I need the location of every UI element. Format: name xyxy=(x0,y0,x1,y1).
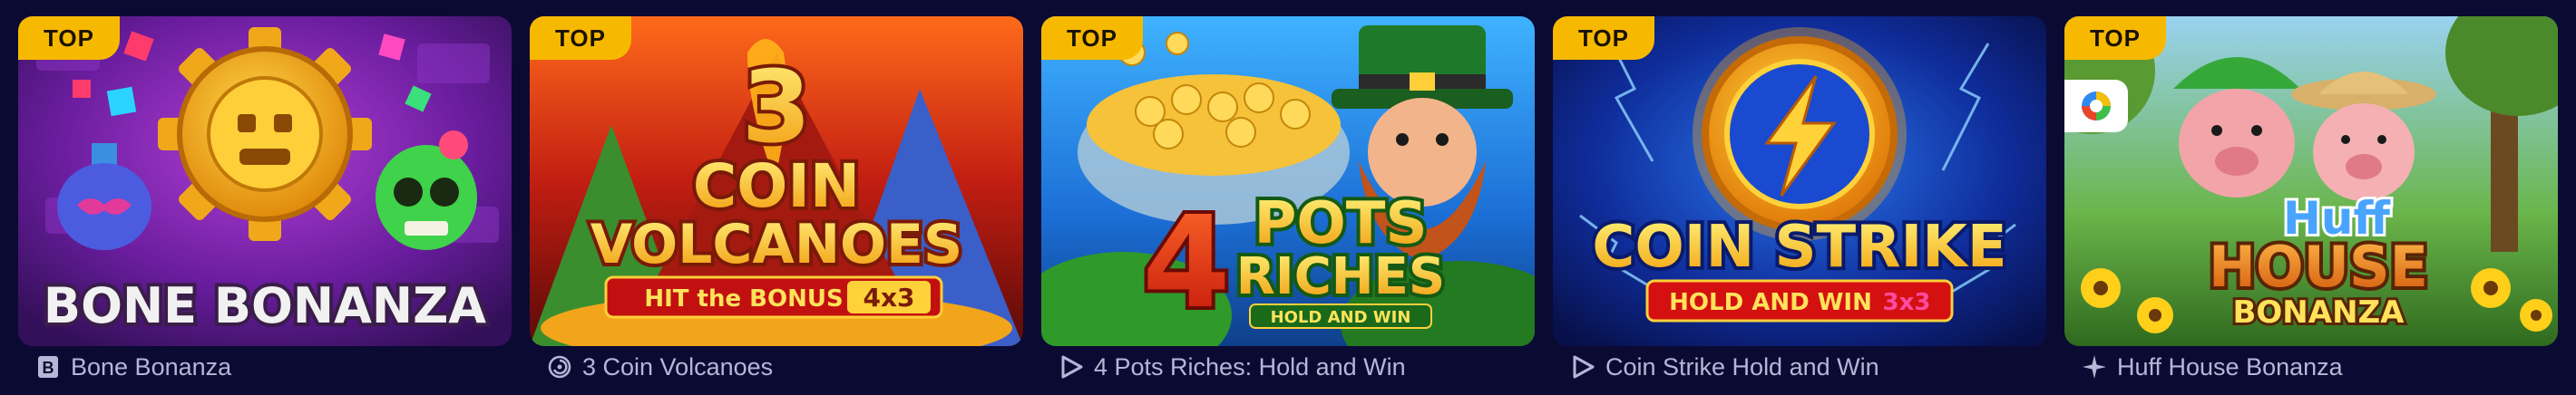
art-subtitle: HOLD AND WIN xyxy=(1271,308,1411,327)
game-card-coin-strike[interactable]: COIN STRIKE HOLD AND WIN 3x3 TOP Coin St… xyxy=(1553,16,2046,382)
games-carousel-row: BONE BONANZA TOP B Bone Bonanza 3 COIN V… xyxy=(0,0,2576,395)
art-subtitle: HOLD AND WIN xyxy=(1669,289,1872,316)
art-title-number: 4 xyxy=(1142,189,1230,337)
game-card-4-pots-riches[interactable]: 4 POTS RICHES HOLD AND WIN TOP 4 Pots Ri… xyxy=(1041,16,1535,382)
game-thumbnail[interactable]: BONE BONANZA xyxy=(18,16,512,346)
coin-strike-artwork: COIN STRIKE HOLD AND WIN 3x3 xyxy=(1553,16,2046,346)
top-badge: TOP xyxy=(18,16,120,60)
game-title: Bone Bonanza xyxy=(71,352,232,381)
top-badge: TOP xyxy=(530,16,631,60)
game-title: 4 Pots Riches: Hold and Win xyxy=(1094,352,1406,381)
top-badge: TOP xyxy=(2064,16,2166,60)
game-caption[interactable]: B Bone Bonanza xyxy=(34,352,231,382)
colorful-circle-icon xyxy=(2082,92,2111,120)
play-arrow-icon xyxy=(1569,353,1596,381)
art-title-line1: COIN STRIKE xyxy=(1592,214,2006,281)
game-thumbnail[interactable]: 4 POTS RICHES HOLD AND WIN xyxy=(1041,16,1535,346)
bone-bonanza-artwork: BONE BONANZA xyxy=(18,16,512,346)
4-pots-riches-artwork: 4 POTS RICHES HOLD AND WIN xyxy=(1041,16,1535,346)
game-thumbnail[interactable]: Huff HOUSE BONANZA xyxy=(2064,16,2558,346)
play-arrow-icon xyxy=(1058,353,1085,381)
star-burst-icon xyxy=(2081,353,2108,381)
huff-house-bonanza-artwork: Huff HOUSE BONANZA xyxy=(2064,16,2558,346)
art-title-line2: VOLCANOES xyxy=(590,213,963,276)
game-title: 3 Coin Volcanoes xyxy=(582,352,774,381)
top-badge: TOP xyxy=(1041,16,1143,60)
game-caption[interactable]: 3 Coin Volcanoes xyxy=(546,352,773,382)
art-subtitle: HIT the BONUS xyxy=(644,285,843,313)
art-tag: 3x3 xyxy=(1883,289,1931,316)
spiral-coin-icon xyxy=(546,353,573,381)
game-thumbnail[interactable]: 3 COIN VOLCANOES HIT the BONUS 4x3 xyxy=(530,16,1023,346)
art-tag: 4x3 xyxy=(863,283,914,313)
game-title: Huff House Bonanza xyxy=(2117,352,2343,381)
art-title-line3: BONANZA xyxy=(2232,294,2405,331)
provider-chip[interactable] xyxy=(2064,80,2128,132)
b-square-icon: B xyxy=(34,353,62,381)
top-badge: TOP xyxy=(1553,16,1654,60)
art-title-line2: RICHES xyxy=(1236,247,1446,306)
art-title-number: 3 xyxy=(742,49,812,165)
svg-text:B: B xyxy=(43,359,54,377)
game-card-bone-bonanza[interactable]: BONE BONANZA TOP B Bone Bonanza xyxy=(18,16,512,382)
game-card-3-coin-volcanoes[interactable]: 3 COIN VOLCANOES HIT the BONUS 4x3 TOP 3… xyxy=(530,16,1023,382)
game-title: Coin Strike Hold and Win xyxy=(1605,352,1879,381)
game-thumbnail[interactable]: COIN STRIKE HOLD AND WIN 3x3 xyxy=(1553,16,2046,346)
game-card-huff-house-bonanza[interactable]: Huff HOUSE BONANZA TOP Huff House Bonanz… xyxy=(2064,16,2558,382)
art-title-text: BONE BONANZA xyxy=(44,277,486,334)
game-caption[interactable]: 4 Pots Riches: Hold and Win xyxy=(1058,352,1406,382)
game-caption[interactable]: Coin Strike Hold and Win xyxy=(1569,352,1879,382)
3-coin-volcanoes-artwork: 3 COIN VOLCANOES HIT the BONUS 4x3 xyxy=(530,16,1023,346)
art-title-line2: HOUSE xyxy=(2209,234,2428,300)
game-caption[interactable]: Huff House Bonanza xyxy=(2081,352,2343,382)
art-title-line1: COIN xyxy=(693,151,860,221)
